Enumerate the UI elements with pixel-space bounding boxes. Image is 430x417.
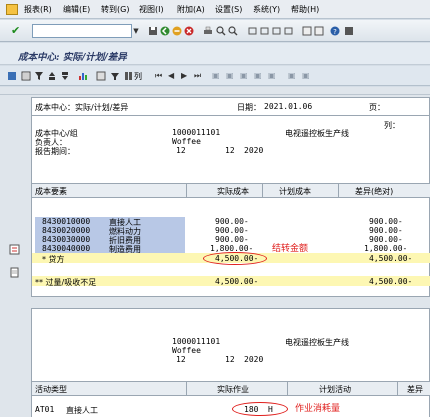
col-plan-activity[interactable]: 计划活动 — [319, 384, 351, 395]
report-icon[interactable] — [21, 71, 31, 81]
table1-header: 成本要素 实际成本 计划成本 差异(绝对) — [32, 183, 430, 198]
col-actual-activity[interactable]: 实际作业 — [217, 384, 249, 395]
report-report-icon[interactable]: ▣ — [288, 71, 296, 80]
period-to-2: 12 — [225, 355, 235, 364]
over-under-absorption-row[interactable]: ** 过量/吸收不足 4,500.00- 4,500.00- — [32, 276, 430, 287]
annotation-activity-consumption: 作业消耗量 — [295, 404, 341, 414]
enter-check-icon[interactable]: ✔ — [11, 24, 20, 37]
customize-layout-icon[interactable] — [344, 26, 354, 36]
report-block-2: 1000011101 电视遥控板生产线 Woffee 12 12 2020 活动… — [31, 308, 430, 417]
print-icon[interactable] — [203, 26, 213, 36]
expand-icon[interactable]: ▣ — [212, 71, 220, 80]
columns-label[interactable]: 列 — [134, 71, 142, 82]
report-top-edge — [0, 87, 430, 95]
owner-value: Woffee — [172, 137, 201, 146]
col-cost-element[interactable]: 成本要素 — [35, 186, 67, 197]
first-page-icon[interactable] — [248, 26, 258, 36]
export-icon[interactable] — [96, 71, 106, 81]
menu-help[interactable]: 帮助(H) — [291, 4, 319, 15]
report-header-title: 成本中心：实际/计划/差异 — [35, 103, 129, 112]
date-value: 2021.01.06 — [264, 102, 313, 111]
col-variance[interactable]: 差异(绝对) — [355, 186, 393, 197]
col-actual-cost[interactable]: 实际成本 — [217, 186, 249, 197]
report-header-bar: 成本中心：实际/计划/差异 日期： 2021.01.06 页： — [32, 98, 430, 116]
highlight-oval-2 — [232, 402, 288, 416]
document-icon[interactable] — [9, 267, 20, 278]
table-row[interactable]: 8430020000 燃料动力 900.00- 900.00- — [32, 226, 430, 236]
sort-ascending-icon[interactable] — [47, 71, 57, 81]
help-icon[interactable]: ? — [330, 26, 340, 36]
col-plan-cost[interactable]: 计划成本 — [279, 186, 311, 197]
last-column-icon[interactable]: ⏭ — [194, 71, 201, 81]
menu-edit[interactable]: 编辑(E) — [63, 4, 90, 15]
menu-settings[interactable]: 设置(S) — [215, 4, 242, 15]
select-layout-icon[interactable] — [110, 71, 120, 81]
annotation-transfer-amount: 结转金额 — [272, 244, 309, 254]
cost-center-desc: 电视遥控板生产线 — [285, 129, 349, 138]
period-year-2: 2020 — [244, 355, 264, 364]
application-toolbar: 列 ⏮ ◀ ▶ ⏭ ▣ ▣ ▣ ▣ ▣ ▣ ▣ — [0, 66, 430, 86]
table2-header: 活动类型 实际作业 计划活动 差异 — [32, 381, 430, 396]
filter-icon[interactable] — [34, 71, 44, 81]
excel-icon[interactable]: ▣ — [302, 71, 310, 80]
last-page-icon[interactable] — [284, 26, 294, 36]
line-item-icon[interactable] — [9, 244, 20, 255]
sap-menu-icon[interactable] — [6, 4, 18, 15]
collapse-icon[interactable]: ▣ — [226, 71, 234, 80]
find-next-icon[interactable] — [228, 26, 238, 36]
col-activity-type[interactable]: 活动类型 — [35, 384, 67, 395]
cost-center-desc-2: 电视遥控板生产线 — [285, 338, 349, 347]
highlight-oval — [203, 252, 267, 265]
first-column-icon[interactable]: ⏮ — [155, 71, 162, 81]
table-row[interactable]: 8430010000 直接人工 900.00- 900.00- — [32, 217, 430, 227]
next-column-icon[interactable]: ▶ — [181, 71, 187, 80]
title-bar: 成本中心: 实际/计划/差异 — [0, 43, 430, 65]
standard-toolbar: ✔ ▼ ? — [0, 20, 430, 42]
command-field[interactable] — [32, 24, 132, 38]
period-year: 2020 — [244, 146, 264, 155]
shortcut-icon[interactable] — [314, 26, 324, 36]
sort-descending-icon[interactable] — [60, 71, 70, 81]
next-page-icon[interactable] — [272, 26, 282, 36]
table-row[interactable]: 8430030000 折旧费用 900.00- 900.00- — [32, 235, 430, 245]
menu-report[interactable]: 报表(R) — [24, 4, 52, 15]
hierarchy-icon[interactable]: ▣ — [240, 71, 248, 80]
column-label: 列： — [384, 121, 400, 130]
chart-icon[interactable] — [78, 71, 88, 81]
find-icon[interactable] — [216, 26, 226, 36]
period-to: 12 — [225, 146, 235, 155]
report-content: 成本中心：实际/计划/差异 日期： 2021.01.06 页： 列： 成本中心/… — [0, 87, 430, 417]
command-dropdown-icon[interactable]: ▼ — [132, 24, 140, 38]
menu-view[interactable]: 视图(I) — [139, 4, 164, 15]
exit-icon[interactable] — [172, 26, 182, 36]
activity-row[interactable]: AT01 直接人工 180 H — [32, 405, 430, 415]
page-label: 页： — [369, 103, 385, 112]
prev-column-icon[interactable]: ◀ — [168, 71, 174, 80]
cancel-icon[interactable] — [184, 26, 194, 36]
save-icon[interactable] — [148, 26, 158, 36]
date-label: 日期： — [237, 103, 261, 112]
back-icon[interactable] — [160, 26, 170, 36]
col-variance-2[interactable]: 差异 — [407, 384, 423, 395]
new-session-icon[interactable] — [302, 26, 312, 36]
cost-center-value: 1000011101 — [172, 128, 221, 137]
menu-system[interactable]: 系统(Y) — [253, 4, 280, 15]
columns-icon[interactable] — [124, 71, 134, 81]
period-from: 12 — [176, 146, 186, 155]
menu-bar: 报表(R) 编辑(E) 转到(G) 视图(I) 附加(A) 设置(S) 系统(Y… — [0, 0, 430, 19]
refresh-icon[interactable] — [7, 71, 17, 81]
period-label: 报告期间： — [35, 147, 75, 156]
period-from-2: 12 — [176, 355, 186, 364]
totals-icon[interactable]: ▣ — [268, 71, 276, 80]
cost-center-value-2: 1000011101 — [172, 337, 221, 346]
prev-page-icon[interactable] — [260, 26, 270, 36]
menu-goto[interactable]: 转到(G) — [101, 4, 129, 15]
owner-value-2: Woffee — [172, 346, 201, 355]
page-title: 成本中心: 实际/计划/差异 — [18, 52, 127, 63]
svg-text:?: ? — [333, 28, 337, 36]
menu-extras[interactable]: 附加(A) — [177, 4, 205, 15]
report-block-1: 成本中心：实际/计划/差异 日期： 2021.01.06 页： 列： 成本中心/… — [31, 97, 430, 297]
drilldown-icon[interactable]: ▣ — [254, 71, 262, 80]
